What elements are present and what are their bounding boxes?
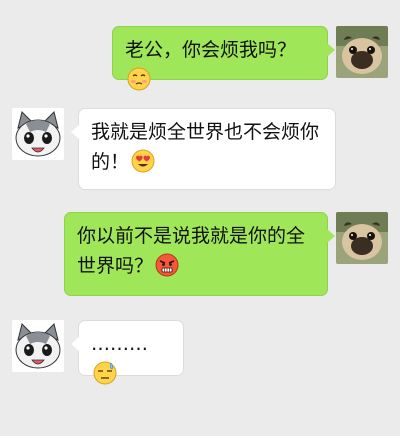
sweat-face-emoji-icon — [93, 361, 117, 385]
blush-worried-emoji-icon — [127, 67, 151, 91]
message-bubble-received[interactable]: ……… — [71, 320, 184, 385]
message-row: ……… — [0, 320, 400, 385]
message-text: 你以前不是说我就是你的全世界吗？ — [77, 225, 306, 277]
message-text: 老公，你会烦我吗？ — [125, 39, 297, 61]
contact-avatar-cartoon-cat[interactable] — [12, 320, 64, 372]
heart-eyes-emoji-icon — [131, 149, 155, 173]
angry-face-emoji-icon — [155, 253, 179, 277]
message-bubble-sent[interactable]: 你以前不是说我就是你的全世界吗？ — [64, 212, 335, 296]
message-bubble-sent[interactable]: 老公，你会烦我吗？ — [112, 26, 335, 91]
my-avatar-pug[interactable] — [336, 212, 388, 264]
message-bubble-received[interactable]: 我就是烦全世界也不会烦你的！ — [71, 108, 336, 190]
message-row: 老公，你会烦我吗？ — [0, 26, 400, 91]
contact-avatar-cartoon-cat[interactable] — [12, 108, 64, 160]
message-text: 我就是烦全世界也不会烦你的！ — [91, 121, 320, 173]
message-row: 你以前不是说我就是你的全世界吗？ — [0, 212, 400, 296]
my-avatar-pug[interactable] — [336, 26, 388, 78]
message-row: 我就是烦全世界也不会烦你的！ — [0, 108, 400, 190]
message-text: ……… — [91, 333, 148, 355]
